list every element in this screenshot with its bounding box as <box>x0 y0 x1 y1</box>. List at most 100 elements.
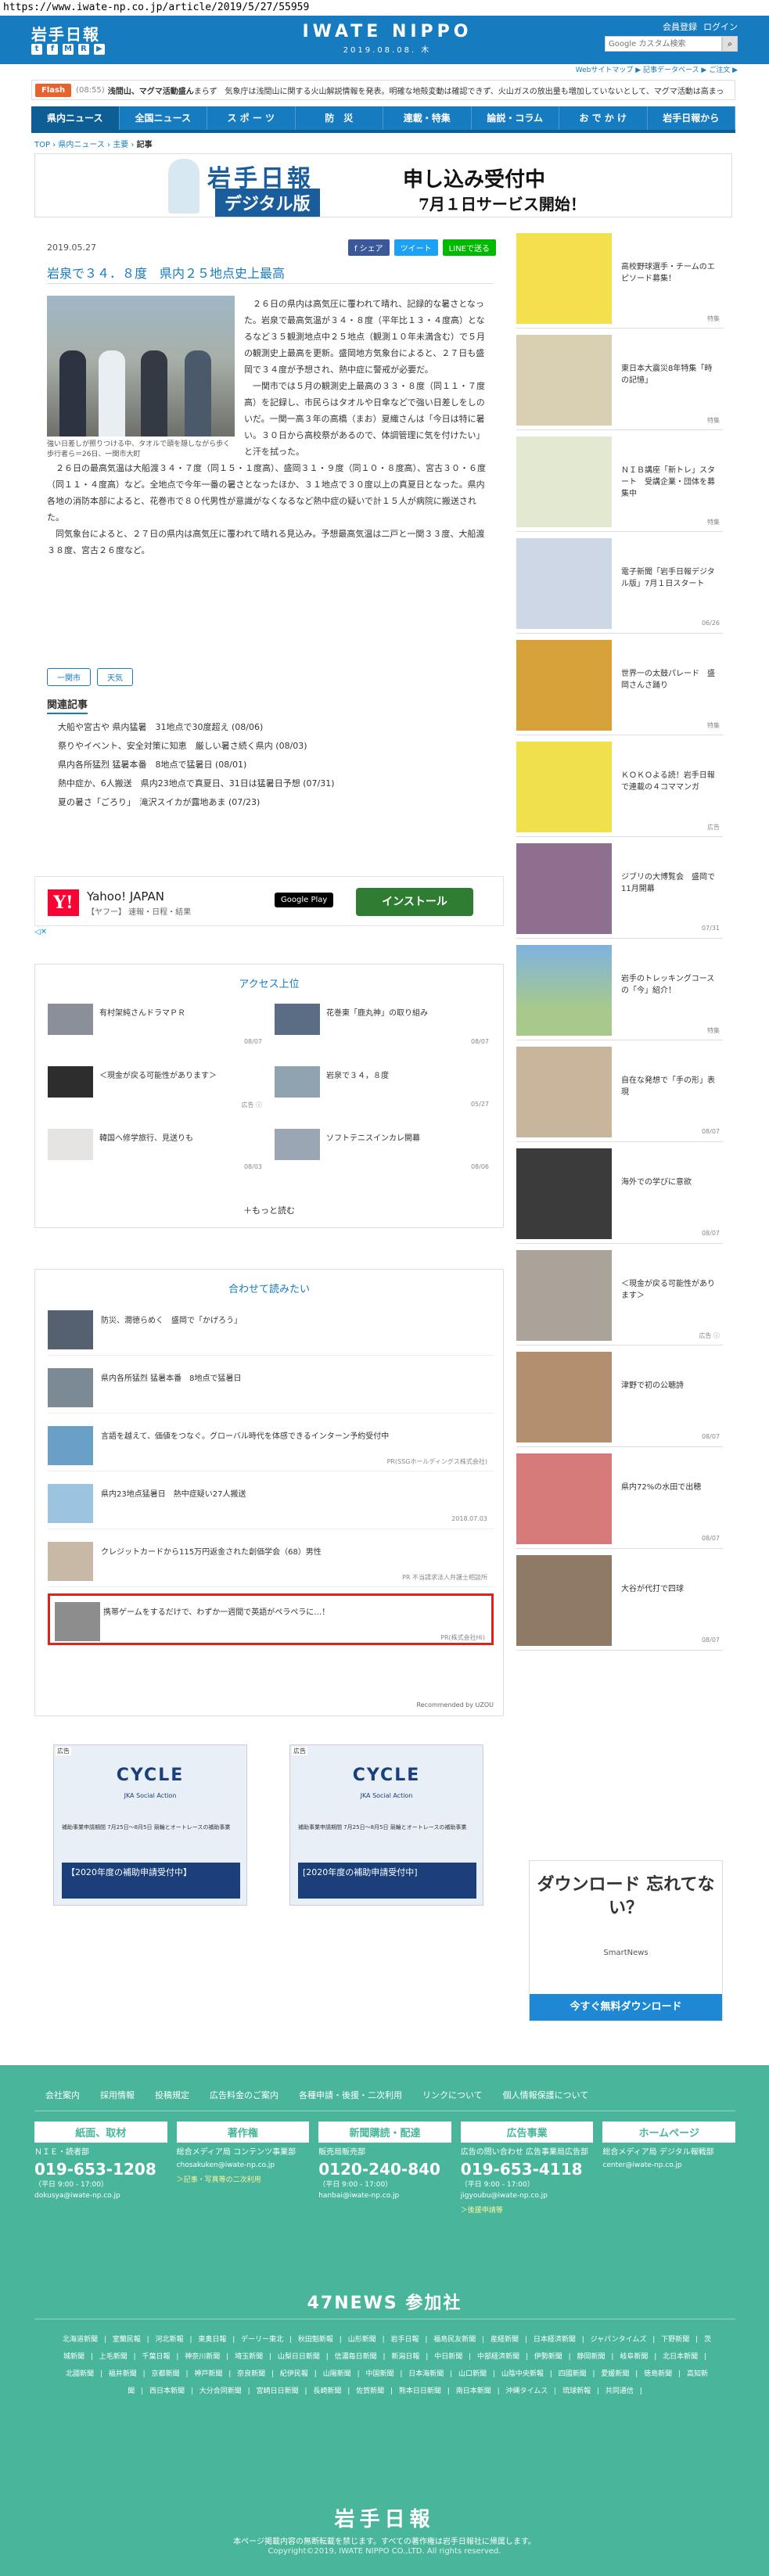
line-share-button[interactable]: LINEで送る <box>442 239 496 256</box>
register-link[interactable]: 会員登録 <box>663 20 697 33</box>
member-paper-link[interactable]: 佐賀新聞 <box>356 2387 384 2395</box>
member-paper-link[interactable]: 秋田魁新報 <box>298 2336 333 2344</box>
member-paper-link[interactable]: 西日本新聞 <box>149 2387 185 2395</box>
smartnews-ad[interactable]: ダウンロード 忘れてない？ SmartNews 今すぐ無料ダウンロード <box>529 1860 723 2021</box>
member-paper-link[interactable]: 山陽新聞 <box>323 2370 351 2378</box>
member-paper-link[interactable]: 福井新聞 <box>109 2370 137 2378</box>
member-paper-link[interactable]: 奈良新聞 <box>237 2370 265 2378</box>
ranking-item[interactable]: 有村架純さんドラマＰＲ 08/07 <box>48 1004 267 1051</box>
tag-ichinoseki[interactable]: 一関市 <box>47 668 91 686</box>
footer-note-link[interactable]: ＞記事・写真等の二次利用 <box>177 2174 310 2184</box>
member-paper-link[interactable]: 河北新報 <box>156 2336 184 2344</box>
sidebar-item[interactable]: 電子新聞「岩手日報デジタル版」7月１日スタート 06/26 <box>516 535 723 634</box>
member-paper-link[interactable]: 長崎新聞 <box>313 2387 341 2395</box>
member-paper-link[interactable]: 熊本日日新聞 <box>399 2387 441 2395</box>
sidebar-item[interactable]: 世界一の太鼓パレード 盛岡さんさ踊り 特集 <box>516 637 723 735</box>
member-paper-link[interactable]: 室蘭民報 <box>113 2336 141 2344</box>
footer-link[interactable]: 投稿規定 <box>155 2089 189 2101</box>
footer-link[interactable]: 採用情報 <box>100 2089 135 2101</box>
recommended-item[interactable]: 県内各所猛烈 猛暑本番 8地点で猛暑日 <box>48 1362 494 1414</box>
tag-weather[interactable]: 天気 <box>97 668 133 686</box>
related-item[interactable]: 熱中症か、6人搬送 県内23地点で真夏日、31日は猛暑日予想 (07/31) <box>58 774 488 793</box>
member-paper-link[interactable]: 神奈川新聞 <box>185 2353 220 2361</box>
sidebar-item[interactable]: 東日本大震災8年特集「時の記憶」 特集 <box>516 332 723 430</box>
member-paper-link[interactable]: 福島民友新聞 <box>433 2336 476 2344</box>
member-paper-link[interactable]: 四國新聞 <box>559 2370 587 2378</box>
phone-number[interactable]: 019-653-1208 <box>34 2160 167 2179</box>
member-paper-link[interactable]: 山口新聞 <box>458 2370 487 2378</box>
member-paper-link[interactable]: デーリー東北 <box>241 2336 283 2344</box>
member-paper-link[interactable]: 静岡新聞 <box>577 2353 605 2361</box>
nav-national-news[interactable]: 全国ニュース <box>120 106 207 130</box>
member-paper-link[interactable]: 下野新聞 <box>661 2336 689 2344</box>
cycle-ad[interactable]: 広告 CYCLE JKA Social Action 補助事業申請期間 7月25… <box>53 1744 247 1906</box>
member-paper-link[interactable]: 山梨日日新聞 <box>278 2353 320 2361</box>
ranking-item[interactable]: ソフトテニスインカレ開幕 08/06 <box>275 1129 494 1176</box>
nav-from-nippo[interactable]: 岩手日報から <box>648 106 735 130</box>
sidebar-item[interactable]: 大谷が代打で四球 08/07 <box>516 1552 723 1651</box>
member-paper-link[interactable]: 中日新聞 <box>434 2353 462 2361</box>
breadcrumb-main[interactable]: 主要 <box>113 141 128 149</box>
email-link[interactable]: hanbai@iwate-np.co.jp <box>318 2192 451 2200</box>
facebook-icon[interactable]: f <box>47 44 58 55</box>
footer-link[interactable]: 広告料金のご案内 <box>210 2089 278 2101</box>
phone-number[interactable]: 019-653-4118 <box>461 2160 594 2179</box>
related-item[interactable]: 大船や宮古や 県内猛暑 31地点で30度超え (08/06) <box>58 718 488 737</box>
sidebar-item[interactable]: ＫＯＫＯよる読！岩手日報で連載の４コママンガ 広告 <box>516 738 723 837</box>
recommended-item[interactable]: 言語を越えて、価値をつなぐ。グローバル時代を体感できるインターン予約受付中 PR… <box>48 1420 494 1471</box>
recommended-item[interactable]: クレジットカードから115万円返金された創価学会（68）男性 PR 不当請求法人… <box>48 1536 494 1587</box>
google-play-badge[interactable]: Google Play <box>275 893 334 907</box>
sidebar-item[interactable]: 高校野球選手・チームのエピソード募集！ 特集 <box>516 230 723 329</box>
member-paper-link[interactable]: 琉球新報 <box>562 2387 591 2395</box>
ranking-item[interactable]: 韓国へ修学旅行、見送りも 08/03 <box>48 1129 267 1176</box>
related-item[interactable]: 県内各所猛烈 猛暑本番 8地点で猛暑日 (08/01) <box>58 756 488 774</box>
member-paper-link[interactable]: 東奥日報 <box>198 2336 226 2344</box>
member-paper-link[interactable]: 南日本新聞 <box>456 2387 491 2395</box>
recommended-item[interactable]: 県内23地点猛暑日 熱中症疑い27人搬送 2018.07.03 <box>48 1478 494 1529</box>
youtube-icon[interactable]: ▶ <box>94 44 105 55</box>
recommended-item[interactable]: 防災、潤徳らめく 盛岡で「かげろう」 <box>48 1304 494 1356</box>
search-button[interactable]: ⌕ <box>722 36 738 52</box>
sidebar-item[interactable]: 海外での学びに意欲 08/07 <box>516 1145 723 1244</box>
email-link[interactable]: jigyoubu@iwate-np.co.jp <box>461 2192 594 2200</box>
member-paper-link[interactable]: ジャパンタイムズ <box>591 2336 647 2344</box>
member-paper-link[interactable]: 産経新聞 <box>491 2336 519 2344</box>
member-paper-link[interactable]: 伊勢新聞 <box>534 2353 562 2361</box>
yahoo-app-ad[interactable]: Y! Yahoo! JAPAN 【ヤフー】 速報・日程・結果 Google Pl… <box>34 876 504 926</box>
footer-link[interactable]: 各種申請・後援・二次利用 <box>299 2089 402 2101</box>
sidebar-item[interactable]: 岩手のトレッキングコースの「今」紹介！ 特集 <box>516 942 723 1040</box>
member-paper-link[interactable]: 上毛新聞 <box>99 2353 128 2361</box>
mail-icon[interactable]: M <box>63 44 74 55</box>
nav-features[interactable]: 連載・特集 <box>383 106 472 130</box>
nav-columns[interactable]: 論説・コラム <box>472 106 559 130</box>
cycle-ad[interactable]: 広告 CYCLE JKA Social Action 補助事業申請期間 7月25… <box>289 1744 483 1906</box>
breadcrumb-top[interactable]: TOP <box>34 141 50 149</box>
member-paper-link[interactable]: 北日本新聞 <box>663 2353 698 2361</box>
footer-link[interactable]: 個人情報保護について <box>503 2089 589 2101</box>
ranking-item[interactable]: ＜現金が戻る可能性があります＞ 広告 ⓘ <box>48 1066 267 1113</box>
email-link[interactable]: dokusya@iwate-np.co.jp <box>34 2192 167 2200</box>
email-link[interactable]: chosakuken@iwate-np.co.jp <box>177 2161 310 2169</box>
install-button[interactable]: インストール <box>356 888 473 916</box>
member-paper-link[interactable]: 愛媛新聞 <box>601 2370 629 2378</box>
footer-link[interactable]: リンクについて <box>422 2089 483 2101</box>
search-input[interactable] <box>605 36 722 52</box>
breadcrumb-prefecture[interactable]: 県内ニュース <box>58 141 105 149</box>
sidebar-item[interactable]: 県内72%の水田で出穂 08/07 <box>516 1450 723 1549</box>
ranking-item[interactable]: 花巻東「鹿丸神」の取り組み 08/07 <box>275 1004 494 1051</box>
sidebar-item[interactable]: 津野で初の公聴詩 08/07 <box>516 1349 723 1447</box>
member-paper-link[interactable]: 大分合同新聞 <box>199 2387 242 2395</box>
footer-logo[interactable]: 岩手日報 <box>0 2503 769 2532</box>
ranking-item[interactable]: 岩泉で３４，８度 05/27 <box>275 1066 494 1113</box>
member-paper-link[interactable]: 信濃毎日新聞 <box>335 2353 377 2361</box>
nav-disaster[interactable]: 防 災 <box>296 106 383 130</box>
rss-icon[interactable]: R <box>78 44 89 55</box>
flash-news-bar[interactable]: Flash (08:55) 浅間山、マグマ活動盛ん まらず 気象庁は浅間山に関す… <box>31 80 735 100</box>
member-paper-link[interactable]: 岩手日報 <box>390 2336 419 2344</box>
member-paper-link[interactable]: 北國新聞 <box>66 2370 94 2378</box>
member-paper-link[interactable]: 日本経済新聞 <box>534 2336 576 2344</box>
member-paper-link[interactable]: 新潟日報 <box>391 2353 419 2361</box>
member-paper-link[interactable]: 神戸新聞 <box>194 2370 222 2378</box>
footer-note-link[interactable]: ＞後援申請等 <box>461 2204 594 2215</box>
member-paper-link[interactable]: 山陰中央新報 <box>501 2370 544 2378</box>
